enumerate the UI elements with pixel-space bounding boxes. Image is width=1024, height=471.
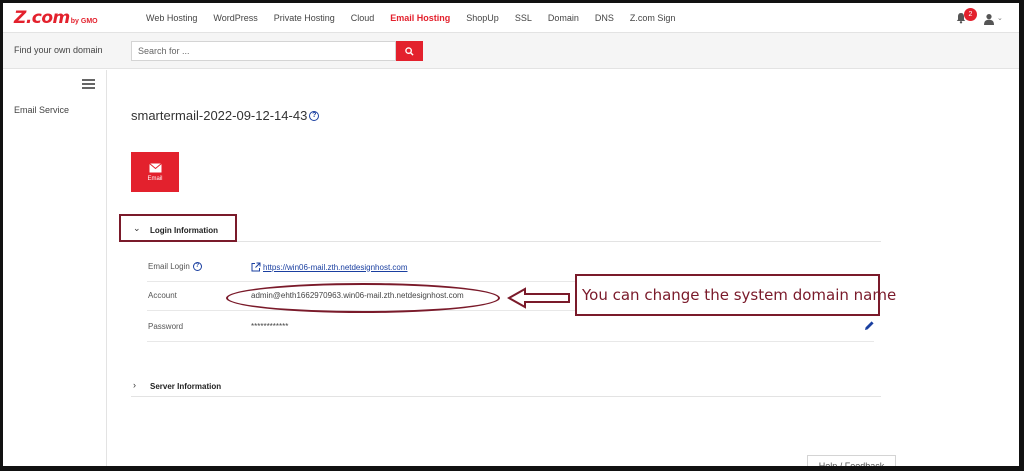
chevron-right-icon: › [133,380,136,390]
chevron-down-icon[interactable]: ⌄ [997,14,1003,22]
annotation-callout: You can change the system domain name [575,274,896,316]
main-nav: Web Hosting WordPress Private Hosting Cl… [146,3,691,33]
nav-ssl[interactable]: SSL [515,13,532,23]
nav-email-hosting[interactable]: Email Hosting [390,13,450,23]
email-login-value: https://win06-mail.zth.netdesignhost.com [251,262,408,272]
nav-web-hosting[interactable]: Web Hosting [146,13,197,23]
nav-private-hosting[interactable]: Private Hosting [274,13,335,23]
nav-wordpress[interactable]: WordPress [213,13,257,23]
external-link-icon [251,262,261,272]
top-navigation: Z.com by GMO Web Hosting WordPress Priva… [3,3,1019,33]
logo-text: Z.com [14,8,70,28]
login-information-highlight-box [119,214,237,242]
nav-dns[interactable]: DNS [595,13,614,23]
password-label: Password [148,322,184,331]
search-input[interactable] [131,41,396,61]
hamburger-menu-icon[interactable] [82,79,95,89]
pencil-edit-icon[interactable] [864,320,875,331]
nav-domain[interactable]: Domain [548,13,579,23]
domain-search-bar: Find your own domain [3,33,1019,69]
sidebar-item-email-service[interactable]: Email Service [14,105,69,115]
account-highlight-ellipse [226,283,500,313]
account-label: Account [148,291,177,300]
email-login-link[interactable]: https://win06-mail.zth.netdesignhost.com [263,263,408,272]
sidebar: Email Service [3,70,107,466]
email-login-label-text: Email Login [148,262,190,271]
zcom-logo[interactable]: Z.com by GMO [14,9,98,27]
server-information-header[interactable]: › Server Information [131,373,881,397]
help-feedback-button[interactable]: Help / Feedback [807,455,896,466]
password-row: Password ************ [147,313,874,342]
email-tile-label: Email [147,175,163,182]
help-circle-icon[interactable]: ? [309,110,320,121]
find-domain-label: Find your own domain [14,45,103,55]
browser-frame: Z.com by GMO Web Hosting WordPress Priva… [0,0,1024,471]
annotation-arrow-icon [507,287,570,309]
page-title-row: smartermail-2022-09-12-14-43 ? [131,108,320,123]
server-information-title: Server Information [150,382,222,391]
nav-shopup[interactable]: ShopUp [466,13,499,23]
nav-zcom-sign[interactable]: Z.com Sign [630,13,676,23]
user-icon[interactable] [983,13,995,25]
envelope-icon [148,162,162,172]
email-login-label: Email Login ? [148,262,202,271]
search-button[interactable] [396,41,423,61]
nav-cloud[interactable]: Cloud [351,13,375,23]
email-tile-button[interactable]: Email [131,152,179,192]
password-value: ************ [251,322,289,331]
search-icon [405,46,414,56]
logo-subtext: by GMO [70,18,98,25]
page-title: smartermail-2022-09-12-14-43 [131,108,308,123]
main-content: smartermail-2022-09-12-14-43 ? Email ⌄ L… [107,70,1019,466]
notification-badge: 2 [964,8,977,21]
help-circle-icon[interactable]: ? [192,262,202,271]
login-information-header[interactable]: ⌄ Login Information [131,216,881,242]
